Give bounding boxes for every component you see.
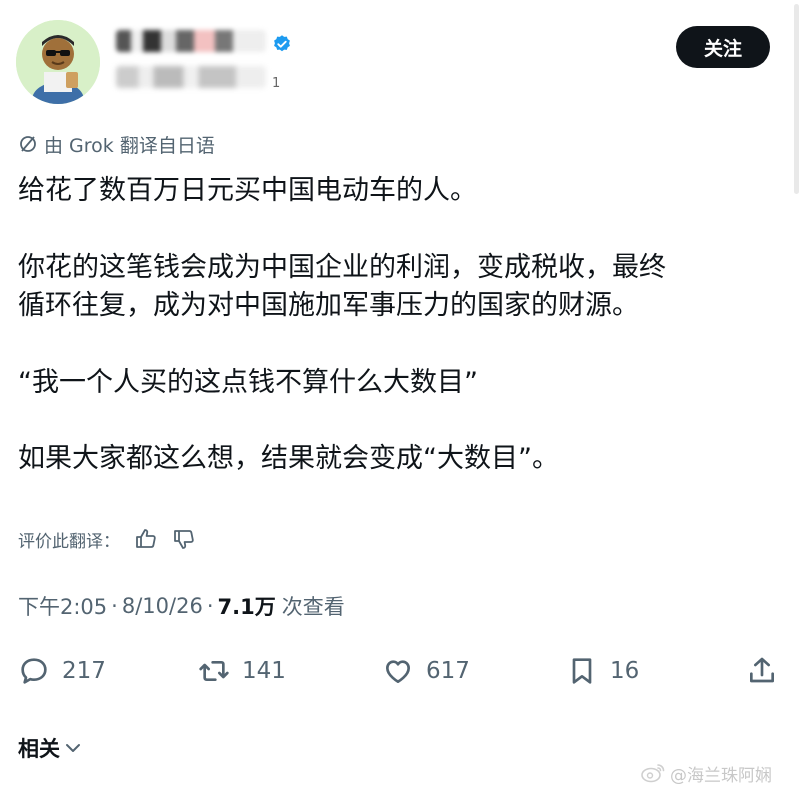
tweet-line: 如果大家都这么想，结果就会变成“大数目”。: [18, 443, 559, 474]
like-button[interactable]: 617: [382, 648, 470, 694]
separator-dot: ·: [206, 594, 214, 618]
like-count: 617: [426, 658, 470, 684]
rate-translation: 评价此翻译：: [18, 524, 196, 554]
watermark-text: @海兰珠阿娴: [670, 765, 772, 786]
rate-translation-label: 评价此翻译：: [18, 531, 120, 552]
tweet-date[interactable]: 8/10/26: [122, 594, 203, 618]
verified-badge-icon: [274, 35, 290, 52]
tweet-line: 循环往复，成为对中国施加军事压力的国家的财源。: [18, 290, 639, 321]
repost-icon: [199, 661, 229, 681]
chevron-down-icon: [66, 744, 80, 752]
tweet-line: “我一个人买的这点钱不算什么大数目”: [18, 366, 478, 398]
thumbs-up-icon[interactable]: [134, 527, 158, 551]
grok-icon: [20, 136, 36, 152]
repost-count: 141: [242, 658, 286, 684]
repost-button[interactable]: 141: [198, 648, 286, 694]
share-icon: [750, 657, 774, 683]
thumbs-down-icon[interactable]: [172, 527, 196, 551]
handle-suffix: 1: [272, 76, 281, 91]
tweet-text: 给花了数百万日元买中国电动车的人。 你花的这笔钱会成为中国企业的利润，变成税收，…: [18, 172, 788, 479]
scrollbar-thumb[interactable]: [794, 4, 799, 194]
heart-icon: [386, 660, 410, 683]
watermark: @海兰珠阿娴: [640, 760, 772, 786]
related-section-toggle[interactable]: 相关: [18, 732, 82, 764]
separator-dot: ·: [111, 594, 118, 618]
tweet-line: 给花了数百万日元买中国电动车的人。: [18, 175, 477, 206]
views-count: 7.1万: [217, 595, 276, 619]
avatar-illustration: [16, 20, 100, 104]
weibo-icon: [641, 764, 665, 783]
translation-text: 由 Grok 翻译自日语: [44, 134, 215, 157]
related-label: 相关: [18, 737, 60, 761]
share-button[interactable]: [746, 648, 790, 694]
reply-button[interactable]: 217: [18, 648, 106, 694]
tweet-meta: 下午2:05 · 8/10/26 · 7.1万 次查看: [18, 590, 345, 622]
tweet-actions: 217 141 617 16: [18, 648, 788, 694]
handle-blurred[interactable]: [116, 66, 266, 88]
bookmark-icon: [572, 658, 592, 684]
follow-button[interactable]: 关注: [676, 26, 770, 68]
avatar[interactable]: [16, 20, 100, 104]
tweet-header: 1 关注: [0, 0, 800, 110]
tweet-line: 你花的这笔钱会成为中国企业的利润，变成税收，最终: [18, 251, 666, 283]
reply-count: 217: [62, 658, 106, 684]
translation-label: 由 Grok 翻译自日语: [18, 130, 215, 158]
display-name-blurred[interactable]: [116, 30, 266, 52]
scrollbar[interactable]: [792, 0, 800, 794]
views-label: 次查看: [281, 595, 345, 619]
reply-icon: [21, 658, 47, 684]
tweet-time[interactable]: 下午2:05: [18, 591, 107, 621]
bookmark-count: 16: [610, 658, 640, 684]
bookmark-button[interactable]: 16: [566, 648, 639, 694]
